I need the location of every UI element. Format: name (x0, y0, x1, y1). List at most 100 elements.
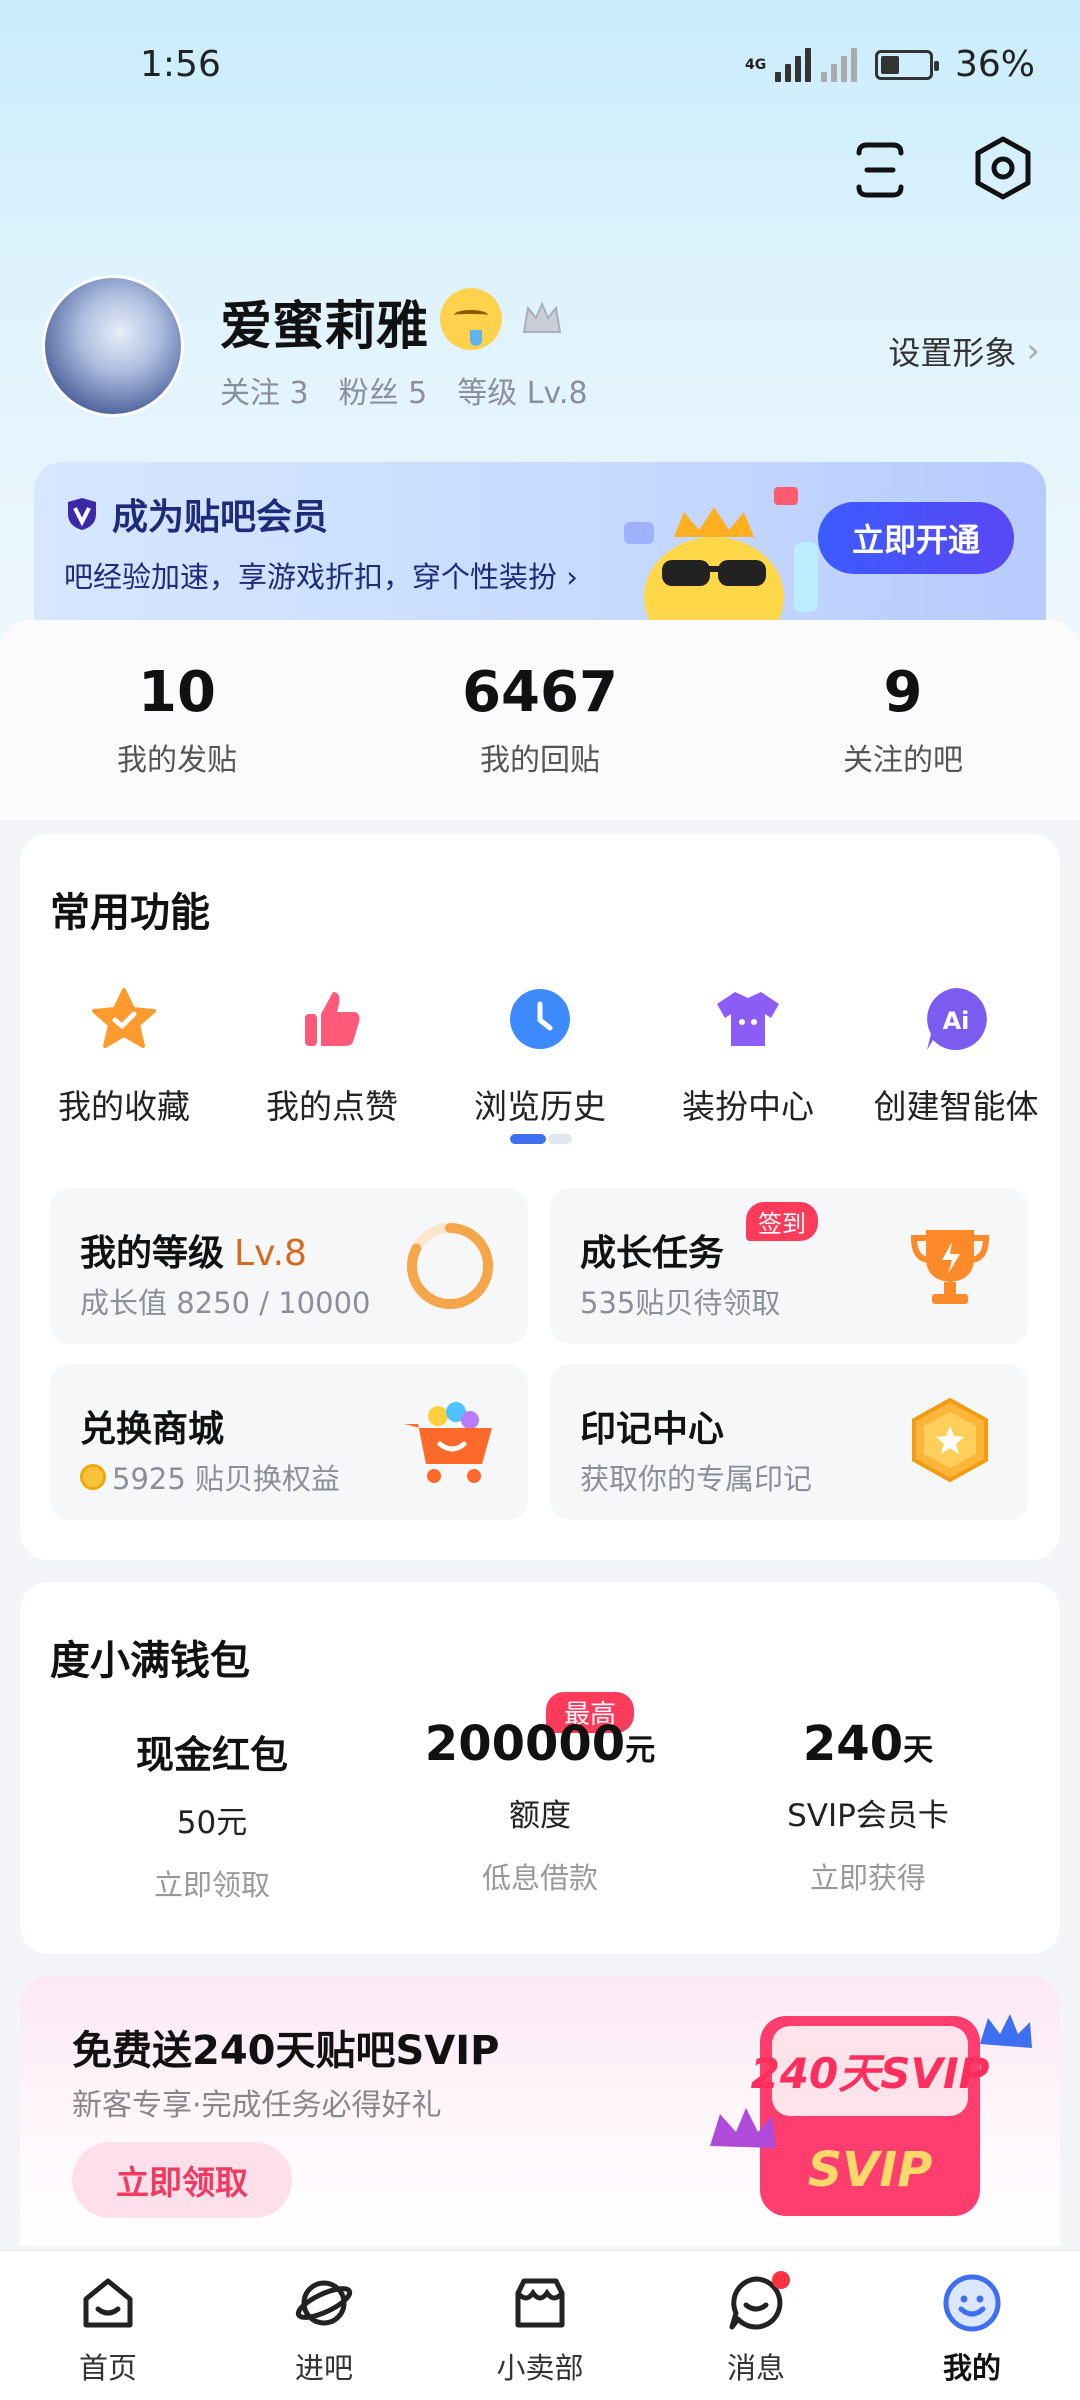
thumbs-up-icon (305, 992, 360, 1046)
tile-subtitle: 5925 贴贝换权益 (80, 1456, 340, 1498)
stat-posts[interactable]: 10 我的发贴 (27, 660, 327, 779)
smiley-face-icon (943, 2274, 1001, 2332)
func-favorites[interactable]: 我的收藏 (20, 984, 228, 1128)
common-functions-card: 常用功能 我的收藏 我的点赞 浏览历史 装扮中心 Ai 创建智能体 我的等级 L… (20, 834, 1060, 1560)
tile-exchange-mall[interactable]: 兑换商城 5925 贴贝换权益 (50, 1364, 528, 1520)
status-time: 1:56 (140, 44, 221, 85)
tile-title: 兑换商城 (80, 1409, 225, 1450)
stat-label: 关注的吧 (843, 743, 963, 778)
stat-value: 9 (883, 660, 923, 725)
func-label: 装扮中心 (682, 1087, 814, 1126)
shop-icon (515, 2278, 565, 2328)
page-indicator (510, 1134, 572, 1144)
hexagon-star-badge-icon (912, 1397, 988, 1483)
unread-dot (772, 2271, 790, 2289)
network-type-icon: 4G (744, 56, 767, 73)
tile-subtitle: 成长值 8250 / 10000 (80, 1286, 371, 1320)
signal-2-icon (820, 47, 857, 82)
wallet-col-value: 额度 (509, 1798, 571, 1834)
vip-open-button[interactable]: 立即开通 (818, 502, 1014, 574)
func-dressup[interactable]: 装扮中心 (644, 984, 852, 1128)
checkin-badge: 签到 (746, 1202, 818, 1241)
level-text[interactable]: 等级 Lv.8 (457, 368, 587, 412)
bottom-tab-bar: 首页 进吧 小卖部 消息 我的 (0, 2250, 1080, 2400)
tile-my-level[interactable]: 我的等级 Lv.8 成长值 8250 / 10000 (50, 1188, 528, 1344)
tile-mark-center[interactable]: 印记中心 获取你的专属印记 (550, 1364, 1028, 1520)
vip-subtitle: 吧经验加速，享游戏折扣，穿个性装扮 › (64, 560, 578, 594)
tab-shop[interactable]: 小卖部 (470, 2273, 610, 2387)
tab-bars[interactable]: 进吧 (254, 2273, 394, 2387)
username: 爱蜜莉雅 (220, 297, 429, 357)
stat-value: 6467 (462, 660, 618, 725)
profile-stats: 关注 3 粉丝 5 等级 Lv.8 (220, 368, 588, 412)
drool-emoji-icon (440, 288, 502, 350)
stat-value: 10 (138, 660, 216, 725)
wallet-col-value: SVIP会员卡 (787, 1798, 949, 1834)
follow-count[interactable]: 关注 3 (220, 368, 309, 412)
stat-followed-bars[interactable]: 9 关注的吧 (753, 660, 1053, 779)
vip-title-text: 成为贴吧会员 (112, 497, 329, 538)
svg-text:Ai: Ai (943, 1007, 970, 1035)
vip-banner[interactable]: 成为贴吧会员 吧经验加速，享游戏折扣，穿个性装扮 › 立即开通 (34, 462, 1046, 632)
promo-subtitle: 新客专享·完成任务必得好礼 (72, 2088, 442, 2123)
tile-subtitle: 获取你的专属印记 (580, 1462, 813, 1496)
stat-label: 我的回贴 (480, 743, 600, 778)
stat-replies[interactable]: 6467 我的回贴 (390, 660, 690, 779)
profile-section: 爱蜜莉雅 关注 3 粉丝 5 等级 Lv.8 设置形象 › (40, 270, 1040, 420)
func-create-agent[interactable]: Ai 创建智能体 (852, 984, 1060, 1128)
status-bar: 1:56 4G 36% (0, 40, 1080, 90)
tab-messages[interactable]: 消息 (686, 2271, 826, 2387)
tile-subtitle-text: 5925 贴贝换权益 (112, 1462, 341, 1496)
func-history[interactable]: 浏览历史 (436, 984, 644, 1128)
scan-icon[interactable] (845, 135, 915, 205)
tab-label: 进吧 (294, 2351, 353, 2385)
ai-chat-icon: Ai (927, 988, 987, 1050)
set-avatar-link[interactable]: 设置形象 › (888, 328, 1040, 374)
vip-title: 成为贴吧会员 (64, 488, 328, 540)
func-likes[interactable]: 我的点赞 (228, 984, 436, 1128)
svip-promo-card[interactable]: 免费送240天贴吧SVIP 新客专享·完成任务必得好礼 立即领取 240天SVI… (20, 1976, 1060, 2246)
battery-icon (874, 49, 939, 80)
wallet-col-action: 立即获得 (809, 1861, 926, 1895)
wallet-col-amount: 240天 (802, 1716, 934, 1772)
planet-icon (295, 2280, 353, 2326)
trophy-icon (910, 1230, 990, 1304)
promo-art-text-2: SVIP (808, 2142, 933, 2198)
wallet-credit-limit[interactable]: 200000元 额度 低息借款 (380, 1716, 700, 1897)
wallet-col-action: 低息借款 (481, 1861, 598, 1895)
vip-shield-icon (68, 498, 96, 530)
stats-row: 10 我的发贴 6467 我的回贴 9 关注的吧 (0, 620, 1080, 820)
tile-subtitle: 535贴贝待领取 (580, 1286, 781, 1320)
func-label: 我的点赞 (266, 1087, 398, 1126)
tile-growth-tasks[interactable]: 成长任务 签到 535贴贝待领取 (550, 1188, 1028, 1344)
clock-icon (510, 989, 570, 1049)
avatar[interactable] (42, 275, 184, 417)
tile-title: 我的等级 Lv.8 (80, 1233, 307, 1274)
signal-icon (774, 47, 811, 82)
tile-title: 成长任务 (580, 1233, 725, 1274)
wallet-col-action: 立即领取 (153, 1868, 270, 1902)
level-progress-ring (407, 1223, 493, 1309)
coin-icon (80, 1464, 106, 1490)
wallet-svip-card[interactable]: 240天 SVIP会员卡 立即获得 (708, 1716, 1028, 1897)
settings-icon[interactable] (968, 133, 1038, 203)
wallet-cash-redpacket[interactable]: 现金红包 50元 立即领取 (52, 1724, 372, 1904)
func-label: 创建智能体 (873, 1087, 1039, 1126)
tab-me[interactable]: 我的 (902, 2273, 1042, 2387)
tab-label: 首页 (78, 2351, 137, 2385)
svip-gift-card-icon: 240天SVIP SVIP (710, 2014, 1032, 2216)
tab-home[interactable]: 首页 (38, 2273, 178, 2387)
wallet-col-value: 50元 (176, 1805, 248, 1841)
status-icons: 4G 36% (745, 44, 1035, 85)
crown-badge-icon[interactable] (520, 298, 564, 338)
battery-percent: 36% (954, 44, 1035, 85)
stat-label: 我的发贴 (117, 743, 237, 778)
shopping-cart-icon (404, 1402, 492, 1483)
fans-count[interactable]: 粉丝 5 (339, 368, 428, 412)
wallet-col-title: 现金红包 (135, 1733, 288, 1777)
promo-title: 免费送240天贴吧SVIP (72, 2028, 500, 2074)
wallet-card: 度小满钱包 最高 现金红包 50元 立即领取 200000元 额度 低息借款 2… (20, 1582, 1060, 1954)
wallet-col-amount: 200000元 (424, 1716, 656, 1772)
tile-title: 印记中心 (580, 1409, 725, 1450)
promo-claim-button[interactable]: 立即领取 (72, 2142, 292, 2218)
